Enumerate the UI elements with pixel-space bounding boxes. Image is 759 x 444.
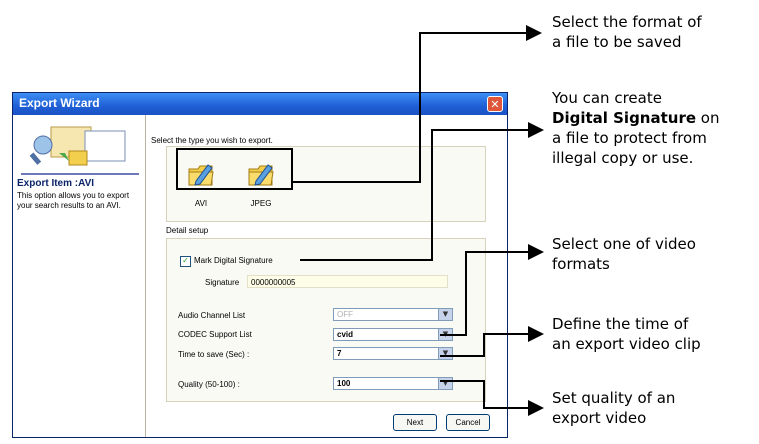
callout-signature: You can create Digital Signature on a fi… bbox=[552, 88, 757, 168]
callout-format: Select the format of a file to be saved bbox=[552, 12, 757, 52]
callout-signature-bold: Digital Signature bbox=[552, 109, 697, 127]
callout-time-line1: Define the time of bbox=[552, 315, 689, 333]
callout-time: Define the time of an export video clip bbox=[552, 314, 757, 354]
callout-quality: Set quality of an export video bbox=[552, 388, 757, 428]
callout-signature-line2: Digital Signature on bbox=[552, 108, 757, 128]
callout-quality-line2: export video bbox=[552, 409, 647, 427]
callout-video-format: Select one of video formats bbox=[552, 234, 757, 274]
callout-signature-line3: a file to protect from bbox=[552, 129, 707, 147]
quality-arrow bbox=[440, 380, 544, 416]
callout-format-line2: a file to be saved bbox=[552, 33, 682, 51]
callout-time-line2: an export video clip bbox=[552, 335, 701, 353]
callout-signature-line1: You can create bbox=[552, 89, 662, 107]
time-arrow bbox=[440, 326, 544, 357]
format-arrow bbox=[292, 25, 542, 183]
callout-signature-after: on bbox=[696, 109, 720, 127]
callout-quality-line1: Set quality of an bbox=[552, 389, 676, 407]
callout-signature-line4: illegal copy or use. bbox=[552, 149, 694, 167]
callout-video-format-line1: Select one of video bbox=[552, 235, 696, 253]
callout-arrows bbox=[176, 25, 544, 416]
callout-format-line1: Select the format of bbox=[552, 13, 702, 31]
format-highlight-box bbox=[176, 148, 293, 190]
callout-video-format-line2: formats bbox=[552, 255, 610, 273]
video-format-arrow bbox=[440, 244, 544, 336]
